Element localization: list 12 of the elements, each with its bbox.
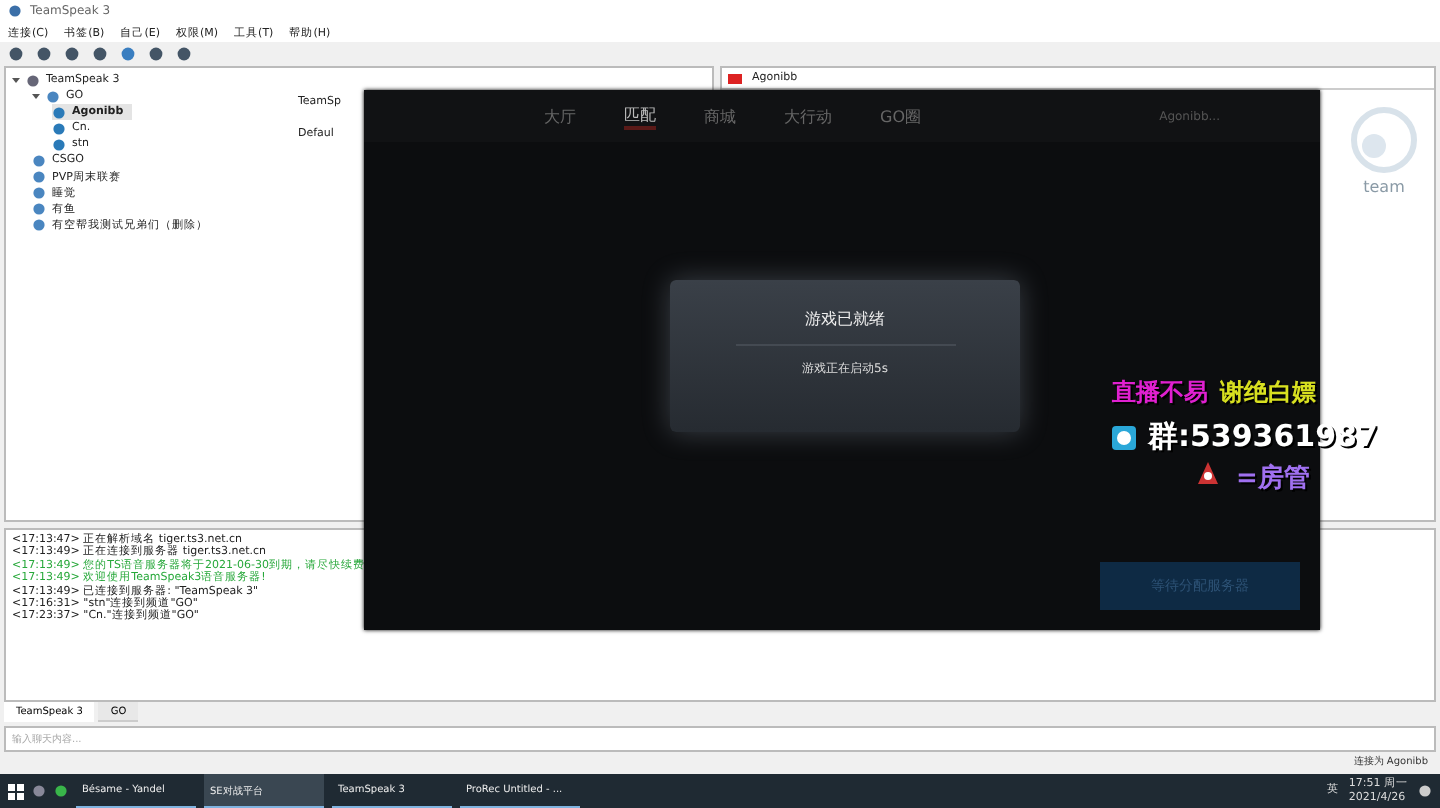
dialog-title: 游戏已就绪	[805, 308, 885, 330]
logo-icon	[1350, 106, 1418, 174]
overlay-text: 直播不易	[1112, 376, 1208, 410]
expand-arrow-icon[interactable]	[32, 92, 40, 100]
logo-text: team	[1363, 178, 1405, 196]
nav-tab[interactable]: 匹配	[624, 103, 656, 129]
chat-bubble-icon	[1112, 425, 1136, 449]
windows-start-icon[interactable]	[8, 783, 24, 799]
flag-icon	[728, 73, 742, 83]
overlay-text: =房管	[1236, 461, 1310, 496]
overlay-text: 谢绝白嫖	[1220, 376, 1316, 410]
expand-arrow-icon[interactable]	[12, 76, 20, 84]
